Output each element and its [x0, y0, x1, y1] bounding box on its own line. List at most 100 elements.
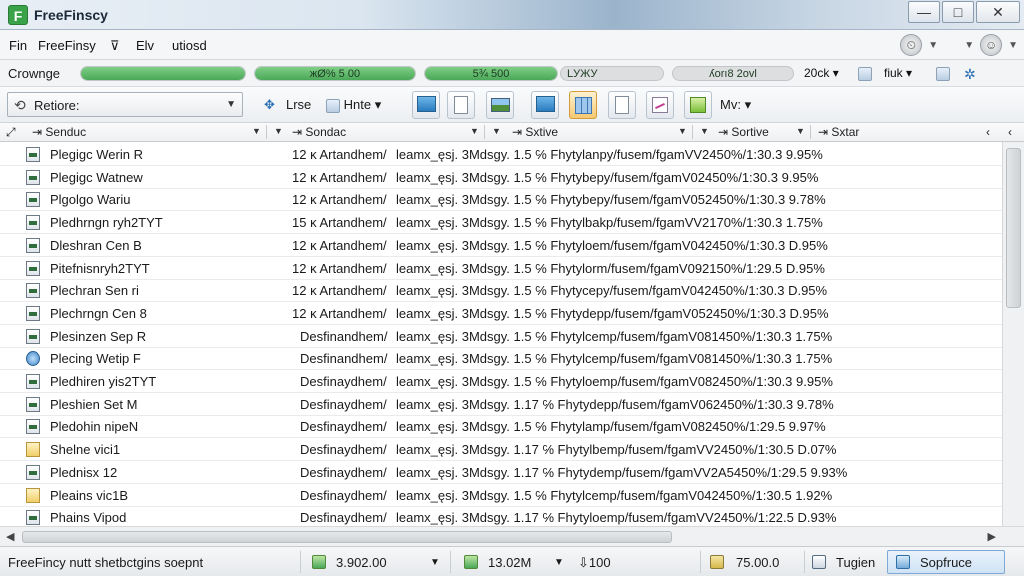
status-active-label[interactable]: Sopfruce	[920, 555, 972, 570]
row-prefix: Desfinandhem/	[300, 351, 388, 367]
table-row[interactable]: Plesinzen Sep R Desfinandhem/leamx_ęsj. 3…	[0, 325, 1002, 348]
view-icon[interactable]	[936, 66, 950, 81]
file-list: Plegigc Werin R 12 ĸ Artandhem/leamx_ęsj.…	[0, 142, 1002, 526]
row-detail: leamx_ęsj. 3Mdsgy. 1.17 ℅ Fhytylbemp/fus…	[396, 442, 837, 458]
row-prefix: Desfinaydhem/	[300, 464, 387, 480]
scroll-right-arrow[interactable]: ▶	[988, 530, 996, 543]
table-row[interactable]: Pitefnisnryh2TYT 12 ĸ Artandhem/leamx_ęsj…	[0, 257, 1002, 280]
export-icon	[536, 96, 555, 112]
file-icon	[26, 419, 40, 435]
file-icon	[26, 305, 40, 321]
table-row[interactable]: Dleshran Cen B 12 ĸ Artandhem/leamx_ęsj. …	[0, 234, 1002, 257]
table-row[interactable]: Plednisx 12 Desfinaydhem/leamx_ęsj. 3Mdsg…	[0, 461, 1002, 484]
zoom-select[interactable]: 20ck ▾	[804, 66, 839, 80]
chevron-down-icon[interactable]: ▼	[964, 40, 974, 51]
history-icon[interactable]: ⏲	[900, 34, 923, 56]
table-row[interactable]: Pledohin nipeN Desfinaydhem/leamx_ęsj. 3M…	[0, 415, 1002, 439]
table-row[interactable]: Plegigc Werin R 12 ĸ Artandhem/leamx_ęsj.…	[0, 143, 1002, 166]
vertical-scrollbar[interactable]	[1002, 142, 1024, 526]
file-icon	[26, 260, 40, 276]
column-header-1[interactable]: ⇥ Senduc	[32, 125, 86, 139]
title-bar: F FreeFinscy — □ ✕	[0, 0, 1024, 30]
table-row[interactable]: Shelne vici1 Desfinaydhem/leamx_ęsj. 3Mds…	[0, 438, 1002, 462]
lrse-button[interactable]: Lrse	[286, 97, 311, 112]
sort-icon[interactable]	[858, 66, 872, 81]
file-icon	[26, 328, 40, 344]
chevron-down-icon[interactable]: ▼	[492, 126, 501, 136]
export-button[interactable]	[531, 91, 559, 119]
row-name: Pleshien Set M	[50, 396, 138, 412]
restore-combo[interactable]: ⟲ Retiore: ▼	[7, 92, 243, 117]
menu-item-elv[interactable]: Elv	[136, 38, 154, 53]
status-label-5[interactable]: Tugien	[836, 555, 875, 570]
progress-text: жØ% 5 00	[309, 68, 361, 80]
column-header-3[interactable]: ⇥ Sxtive	[512, 125, 558, 139]
move-icon[interactable]: ✥	[264, 97, 275, 113]
hnte-button[interactable]: Hnte ▾	[326, 97, 381, 113]
column-scroll-arrow[interactable]: ‹	[1008, 125, 1012, 139]
minimize-button[interactable]: —	[908, 1, 940, 23]
scroll-left-arrow[interactable]: ◀	[6, 530, 14, 543]
more-dropdown[interactable]: Mv: ▾	[720, 97, 751, 113]
edit-button[interactable]	[684, 91, 712, 119]
chevron-down-icon[interactable]: ▼	[700, 126, 709, 136]
row-name: Pitefnisnryh2TYT	[50, 260, 150, 276]
menu-item-utiosd[interactable]: utiosd	[172, 38, 207, 53]
chevron-down-icon[interactable]: ▼	[554, 557, 564, 568]
window-controls: — □ ✕	[908, 1, 1020, 23]
column-divider[interactable]	[266, 125, 267, 139]
grid-view-button[interactable]	[569, 91, 597, 119]
column-header-2[interactable]: ⇥ Sondac	[292, 125, 346, 139]
table-row[interactable]: Pleshien Set M Desfinaydhem/leamx_ęsj. 3M…	[0, 393, 1002, 416]
table-row[interactable]: Phains Vipod Desfinaydhem/leamx_ęsj. 3Mds…	[0, 506, 1002, 526]
column-label: Sondac	[305, 125, 347, 139]
table-row[interactable]: Plecing Wetip F Desfinandhem/leamx_ęsj. 3…	[0, 347, 1002, 371]
chevron-down-icon[interactable]: ▼	[470, 126, 479, 136]
progress-bar: жØ% 5 00	[254, 66, 416, 81]
chart-button[interactable]	[646, 91, 674, 119]
scroll-thumb[interactable]	[1006, 148, 1021, 308]
table-row[interactable]: Plechrngn Cen 8 12 ĸ Artandhem/leamx_ęsj.…	[0, 302, 1002, 325]
column-divider[interactable]	[810, 125, 811, 139]
copy-icon	[615, 96, 629, 114]
column-header-4[interactable]: ⇥ Sortive	[718, 125, 769, 139]
table-row[interactable]: Pledhrngn ryh2TYT 15 ĸ Artandhem/leamx_ęs…	[0, 211, 1002, 235]
chevron-down-icon[interactable]: ▼	[430, 557, 440, 568]
chevron-down-icon[interactable]: ▼	[678, 126, 687, 136]
table-row[interactable]: Plgolgo Wariu 12 ĸ Artandhem/leamx_ęsj. 3…	[0, 188, 1002, 212]
image-button[interactable]	[486, 91, 514, 119]
chevron-down-icon[interactable]: ▼	[928, 40, 938, 51]
open-folder-button[interactable]	[412, 91, 440, 119]
table-row[interactable]: Pledhiren yis2TYT Desfinaydhem/leamx_ęsj.…	[0, 370, 1002, 393]
column-divider[interactable]	[692, 125, 693, 139]
table-row[interactable]: Plechran Sen ri 12 ĸ Artandhem/leamx_ęsj.…	[0, 279, 1002, 303]
chevron-down-icon[interactable]: ▼	[1008, 40, 1018, 51]
row-name: Plechran Sen ri	[50, 283, 139, 299]
right-dropdown[interactable]: fiuk ▾	[884, 66, 912, 80]
column-header-5[interactable]: ⇥ Sxtar	[818, 125, 859, 139]
menu-item-filter[interactable]: ⊽	[110, 38, 120, 54]
copy-button[interactable]	[608, 91, 636, 119]
horizontal-scrollbar[interactable]: ◀ ▶	[0, 526, 1024, 546]
close-button[interactable]: ✕	[976, 1, 1020, 23]
column-scroll-arrow[interactable]: ‹	[986, 125, 990, 139]
maximize-button[interactable]: □	[942, 1, 974, 23]
table-row[interactable]: Pleains vic1B Desfinaydhem/leamx_ęsj. 3Md…	[0, 484, 1002, 507]
file-icon	[26, 192, 40, 208]
chevron-down-icon[interactable]: ▼	[274, 126, 283, 136]
status-divider	[700, 551, 701, 573]
menu-item-fin[interactable]: Fin	[9, 38, 27, 53]
pin-icon[interactable]: ⤢	[6, 125, 16, 140]
menu-item-freefinsy[interactable]: FreeFinsy	[38, 38, 96, 53]
column-divider[interactable]	[484, 125, 485, 139]
scroll-thumb[interactable]	[22, 531, 672, 543]
more-label: Mv:	[720, 97, 741, 112]
row-detail: leamx_ęsj. 3Mdsgy. 1.17 ℅ Fhytydemp/fuse…	[396, 464, 848, 480]
user-icon[interactable]: ☺	[980, 34, 1003, 56]
new-document-button[interactable]	[447, 91, 475, 119]
table-row[interactable]: Plegigc Watnew 12 ĸ Artandhem/leamx_ęsj. …	[0, 166, 1002, 189]
chevron-down-icon[interactable]: ▼	[796, 126, 805, 136]
tools-icon[interactable]: ✲	[964, 66, 976, 83]
row-detail: leamx_ęsj. 3Mdsgy. 1.17 ℅ Fhytyloemp/fus…	[396, 510, 837, 526]
chevron-down-icon[interactable]: ▼	[252, 126, 261, 136]
